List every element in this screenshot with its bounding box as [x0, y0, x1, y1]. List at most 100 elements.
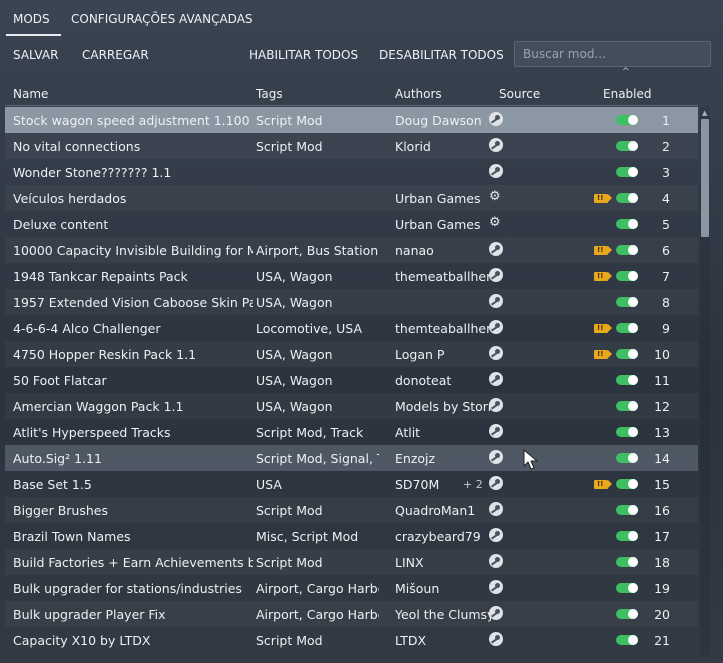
table-row[interactable]: Deluxe content Urban Games ⚙ 5	[5, 211, 698, 237]
tab-bar: MODS CONFIGURAÇÕES AVANÇADAS	[0, 0, 723, 40]
table-row[interactable]: Bulk upgrader Player Fix Airport, Cargo H…	[5, 601, 698, 627]
enabled-toggle[interactable]	[616, 297, 638, 307]
table-row[interactable]: Wonder Stone??????? 1.1 3	[5, 159, 698, 185]
table-row[interactable]: Amercian Waggon Pack 1.1 USA, Wagon Models…	[5, 393, 698, 419]
enabled-toggle[interactable]	[616, 349, 638, 359]
mod-name: Atlit's Hyperspeed Tracks	[13, 425, 171, 440]
load-order-number: 18	[654, 555, 670, 570]
steam-icon	[489, 242, 503, 256]
load-order-number: 19	[654, 581, 670, 596]
load-order-number: 13	[654, 425, 670, 440]
mod-authors: donoteat	[395, 373, 452, 388]
mod-source	[489, 580, 505, 596]
disable-all-button[interactable]: DESABILITAR TODOS	[379, 48, 504, 62]
table-row[interactable]: Brazil Town Names Misc, Script Mod crazybe…	[5, 523, 698, 549]
table-row[interactable]: 1957 Extended Vision Caboose Skin Pack US…	[5, 289, 698, 315]
table-row[interactable]: 50 Foot Flatcar USA, Wagon donoteat 11	[5, 367, 698, 393]
enabled-toggle[interactable]	[616, 323, 638, 333]
enabled-toggle[interactable]	[616, 531, 638, 541]
column-header-name[interactable]: Name	[13, 87, 48, 101]
enabled-toggle[interactable]	[616, 271, 638, 281]
table-row[interactable]: Bigger Brushes Script Mod QuadroMan1 16	[5, 497, 698, 523]
scroll-up-icon[interactable]: ▲	[702, 109, 707, 117]
table-row[interactable]: No vital connections Script Mod Klorid 2	[5, 133, 698, 159]
enabled-toggle[interactable]	[616, 609, 638, 619]
enabled-toggle[interactable]	[616, 505, 638, 515]
mod-source	[489, 502, 505, 518]
steam-icon	[489, 164, 503, 178]
enabled-toggle[interactable]	[616, 557, 638, 567]
table-row[interactable]: Stock wagon speed adjustment 1.100 Script…	[5, 107, 698, 133]
load-order-number: 3	[662, 165, 670, 180]
enabled-toggle[interactable]	[616, 167, 638, 177]
mod-authors: Atlit	[395, 425, 421, 440]
steam-icon	[489, 632, 503, 646]
mod-source	[489, 606, 505, 622]
table-row[interactable]: Bulk upgrader for stations/industries Air…	[5, 575, 698, 601]
mod-tags: Locomotive, USA	[256, 321, 363, 336]
steam-icon	[489, 502, 503, 516]
tab-advanced-settings[interactable]: CONFIGURAÇÕES AVANÇADAS	[71, 12, 253, 26]
mod-name: 50 Foot Flatcar	[13, 373, 107, 388]
warning-icon: !!	[594, 246, 612, 255]
sort-caret-icon: ^	[622, 67, 630, 77]
mod-tags: USA, Wagon	[256, 269, 333, 284]
table-row[interactable]: Build Factories + Earn Achievements by L…	[5, 549, 698, 575]
mod-name: Stock wagon speed adjustment 1.100	[13, 113, 250, 128]
column-header-authors[interactable]: Authors	[395, 87, 442, 101]
table-row[interactable]: Veículos herdados Urban Games ⚙!! 4	[5, 185, 698, 211]
mod-name: Wonder Stone??????? 1.1	[13, 165, 172, 180]
table-row[interactable]: 1948 Tankcar Repaints Pack USA, Wagon them…	[5, 263, 698, 289]
table-row[interactable]: Capacity X10 by LTDX Script Mod LTDX 21	[5, 627, 698, 653]
mod-tags: Misc, Script Mod	[256, 529, 359, 544]
enable-all-button[interactable]: HABILITAR TODOS	[249, 48, 358, 62]
table-row[interactable]: Auto.Sig² 1.11 Script Mod, Signal, Track E…	[5, 445, 698, 471]
mod-name: No vital connections	[13, 139, 141, 154]
enabled-toggle[interactable]	[616, 401, 638, 411]
mod-tags: Airport, Cargo Harbor	[256, 607, 379, 622]
scrollbar[interactable]: ▲	[700, 107, 710, 657]
mod-authors: themeatballhero	[395, 269, 491, 284]
mod-tags: Script Mod, Signal, Track	[256, 451, 379, 466]
mod-source	[489, 346, 505, 362]
enabled-toggle[interactable]	[616, 193, 638, 203]
mod-source: ⚙	[489, 190, 505, 206]
enabled-toggle[interactable]	[616, 219, 638, 229]
steam-icon	[489, 294, 503, 308]
enabled-toggle[interactable]	[616, 479, 638, 489]
mod-authors: Mišoun	[395, 581, 440, 596]
mod-name: 4-6-6-4 Alco Challenger	[13, 321, 161, 336]
enabled-toggle[interactable]	[616, 583, 638, 593]
scrollbar-thumb[interactable]	[701, 119, 709, 237]
load-order-number: 14	[654, 451, 670, 466]
load-button[interactable]: CARREGAR	[82, 48, 149, 62]
tab-mods[interactable]: MODS	[13, 12, 50, 26]
save-button[interactable]: SALVAR	[13, 48, 58, 62]
enabled-toggle[interactable]	[616, 141, 638, 151]
enabled-toggle[interactable]	[616, 427, 638, 437]
gear-icon: ⚙	[489, 216, 501, 230]
column-header-tags[interactable]: Tags	[256, 87, 283, 101]
load-order-number: 17	[654, 529, 670, 544]
steam-icon	[489, 372, 503, 386]
mod-authors: crazybeard79	[395, 529, 481, 544]
mod-tags: Script Mod	[256, 113, 323, 128]
column-header-enabled[interactable]: Enabled	[603, 87, 652, 101]
column-header-source[interactable]: Source	[499, 87, 540, 101]
table-row[interactable]: 4-6-6-4 Alco Challenger Locomotive, USA th…	[5, 315, 698, 341]
enabled-toggle[interactable]	[616, 635, 638, 645]
mod-tags: USA, Wagon	[256, 399, 333, 414]
enabled-toggle[interactable]	[616, 375, 638, 385]
enabled-toggle[interactable]	[616, 245, 638, 255]
mod-source	[489, 268, 505, 284]
enabled-toggle[interactable]	[616, 115, 638, 125]
enabled-toggle[interactable]	[616, 453, 638, 463]
table-row[interactable]: Base Set 1.5 USA SD70M + 2!! 15	[5, 471, 698, 497]
table-row[interactable]: Atlit's Hyperspeed Tracks Script Mod, Tra…	[5, 419, 698, 445]
mod-source	[489, 320, 505, 336]
table-row[interactable]: 4750 Hopper Reskin Pack 1.1 USA, Wagon Log…	[5, 341, 698, 367]
mod-tags: USA, Wagon	[256, 373, 333, 388]
table-row[interactable]: 10000 Capacity Invisible Building for Mo…	[5, 237, 698, 263]
search-input[interactable]	[514, 41, 711, 67]
mod-tags: Script Mod	[256, 503, 323, 518]
